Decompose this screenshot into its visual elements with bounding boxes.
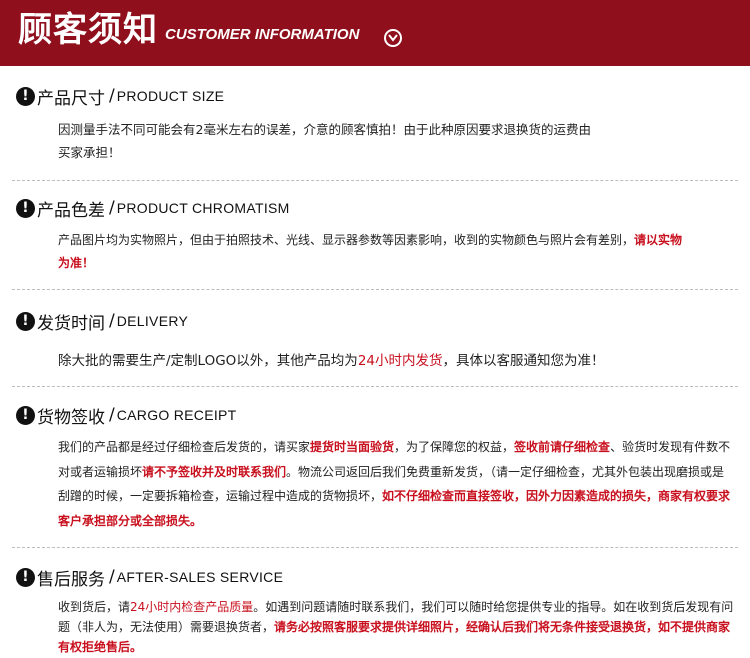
text-segment: 买家承担！ [58,145,121,160]
section-title-cn: 售后服务 [37,569,105,590]
section-heading: ! 发货时间 / DELIVERY [16,309,189,334]
title-separator: / [109,198,115,218]
section-text: 我们的产品都是经过仔细检查后发货的，请买家提货时当面验货，为了保障您的权益，签收… [58,435,734,533]
section-title-cn: 产品尺寸 [37,88,105,109]
chevron-down-icon [384,29,402,47]
text-segment-highlight: 提货时当面验货 [310,440,395,454]
section-text: 收到货后，请24小时内检查产品质量。如遇到问题请随时联系我们，我们可以随时给您提… [58,597,734,657]
page-subtitle: CUSTOMER INFORMATION [165,26,360,43]
section-title-cn: 产品色差 [37,200,105,221]
section-text: 因测量手法不同可能会有2毫米左右的误差，介意的顾客慎拍！由于此种原因要求退换货的… [58,118,738,164]
title-separator: / [109,86,115,106]
section-heading: ! 售后服务 / AFTER-SALES SERVICE [16,565,284,590]
text-segment-highlight: 为准！ [58,256,95,270]
text-segment: ，具体以客服通知您为准！ [442,353,605,369]
text-segment: 我们的产品都是经过仔细检查后发货的，请买家 [58,440,311,454]
text-segment: 除大批的需要生产/定制LOGO以外，其他产品均为 [58,353,358,369]
title-separator: / [109,405,115,425]
header-banner: 顾客须知 CUSTOMER INFORMATION [0,0,750,66]
section-divider [12,386,738,387]
section-title-en: PRODUCT SIZE [116,88,225,104]
section-title-cn: 发货时间 [37,313,105,334]
text-segment: 因测量手法不同可能会有2毫米左右的误差，介意的顾客慎拍！由于此种原因要求退换货的… [58,122,591,137]
text-segment-highlight: 24小时内检查产品质量 [130,600,254,614]
exclamation-icon: ! [16,86,35,106]
section-heading: ! 货物签收 / CARGO RECEIPT [16,403,237,428]
text-segment: ，为了保障您的权益， [394,440,515,454]
page-title: 顾客须知 [18,10,158,50]
text-segment-highlight: 24小时内发货 [357,353,443,369]
title-separator: / [109,311,115,331]
section-divider [12,289,738,290]
section-title-cn: 货物签收 [37,407,105,428]
section-title-en: PRODUCT CHROMATISM [116,200,290,216]
exclamation-icon: ! [16,311,35,331]
text-segment-highlight: 请以实物 [634,233,683,247]
section-heading: ! 产品尺寸 / PRODUCT SIZE [16,84,225,109]
title-separator: / [109,567,115,587]
section-divider [12,180,738,181]
section-text: 除大批的需要生产/定制LOGO以外，其他产品均为24小时内发货，具体以客服通知您… [58,350,738,373]
text-segment: 收到货后，请 [58,600,131,614]
exclamation-icon: ! [16,198,35,218]
exclamation-icon: ! [16,405,35,425]
text-segment-highlight: 签收前请仔细检查 [514,440,611,454]
section-title-en: DELIVERY [116,313,189,329]
exclamation-icon: ! [16,567,35,587]
section-text: 产品图片均为实物照片，但由于拍照技术、光线、显示器参数等因素影响，收到的实物颜色… [58,229,738,275]
text-segment-highlight: 请不予签收并及时联系我们 [142,464,287,479]
section-title-en: CARGO RECEIPT [116,407,237,423]
section-divider [12,547,738,548]
text-segment: 产品图片均为实物照片，但由于拍照技术、光线、显示器参数等因素影响，收到的实物颜色… [58,233,635,247]
section-heading: ! 产品色差 / PRODUCT CHROMATISM [16,196,290,221]
section-title-en: AFTER-SALES SERVICE [116,569,284,585]
